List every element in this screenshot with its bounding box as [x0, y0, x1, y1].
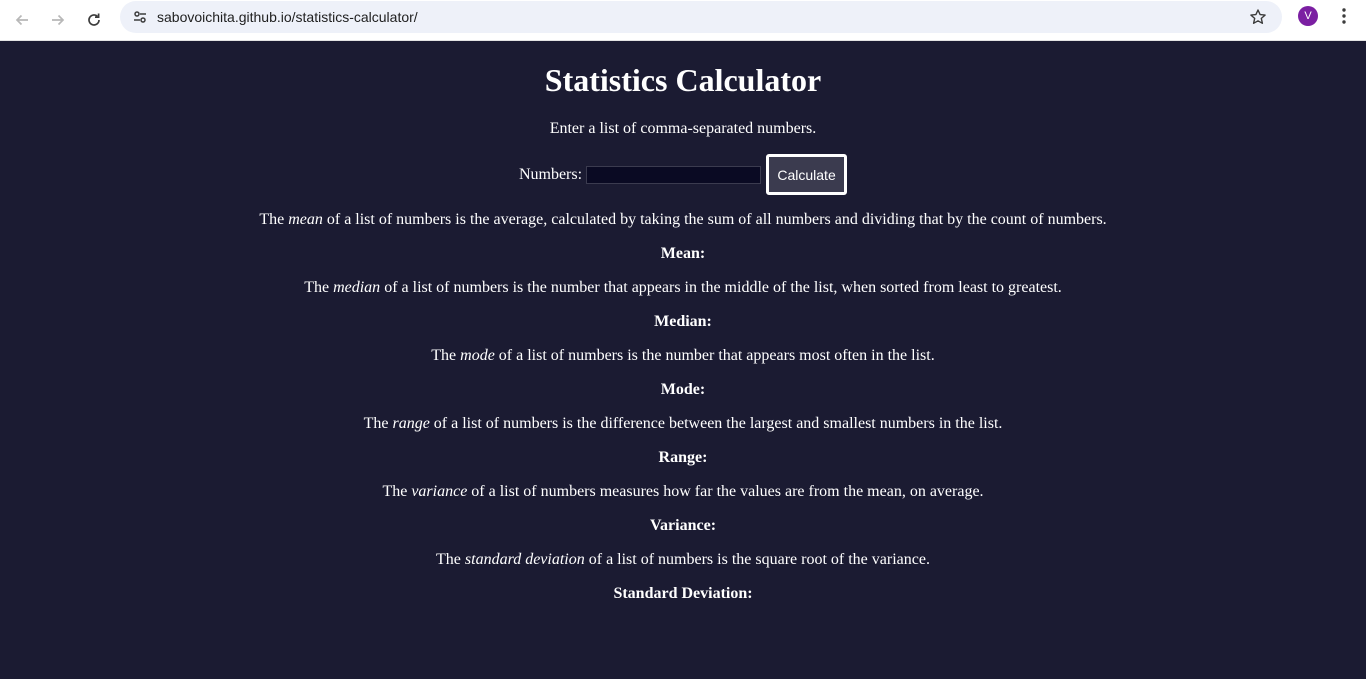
reload-button[interactable] — [78, 4, 110, 36]
star-icon — [1250, 9, 1266, 24]
variance-term: variance — [411, 483, 468, 500]
tune-icon — [134, 11, 146, 23]
mode-term: mode — [460, 347, 495, 364]
arrow-left-icon — [15, 14, 28, 26]
median-term: median — [333, 279, 381, 296]
range-term: range — [392, 415, 430, 432]
mode-result: Mode: — [660, 381, 706, 398]
variance-result: Variance: — [649, 517, 717, 534]
numbers-input[interactable] — [586, 165, 762, 184]
mean-term: mean — [288, 211, 323, 228]
mode-description: The mode of a list of numbers is the num… — [431, 347, 935, 364]
arrow-right-icon — [52, 14, 65, 26]
standard-deviation-description: The standard deviation of a list of numb… — [436, 551, 930, 568]
browser-menu-button[interactable] — [1332, 4, 1356, 28]
address-bar[interactable]: sabovoichita.github.io/statistics-calcul… — [120, 1, 1282, 33]
range-result: Range: — [658, 449, 708, 466]
more-vertical-icon — [1342, 8, 1346, 24]
mean-result: Mean: — [660, 245, 706, 262]
url-text[interactable]: sabovoichita.github.io/statistics-calcul… — [157, 1, 418, 33]
browser-toolbar: sabovoichita.github.io/statistics-calcul… — [0, 0, 1366, 41]
calculate-button[interactable]: Calculate — [766, 154, 848, 195]
mean-description: The mean of a list of numbers is the ave… — [259, 211, 1107, 228]
forward-button[interactable] — [42, 4, 74, 36]
standard-deviation-term: standard deviation — [464, 551, 585, 568]
standard-deviation-result: Standard Deviation: — [613, 585, 753, 602]
back-button[interactable] — [6, 4, 38, 36]
page-content: Statistics Calculator Enter a list of co… — [0, 41, 1366, 679]
bookmark-button[interactable] — [1246, 5, 1270, 29]
variance-description: The variance of a list of numbers measur… — [382, 483, 984, 500]
profile-avatar[interactable]: V — [1298, 6, 1318, 26]
intro-text: Enter a list of comma-separated numbers. — [549, 120, 817, 137]
numbers-form: Numbers: Calculate — [0, 154, 1366, 195]
range-description: The range of a list of numbers is the di… — [363, 415, 1003, 432]
site-info-button[interactable] — [128, 5, 152, 29]
reload-icon — [88, 13, 100, 26]
median-description: The median of a list of numbers is the n… — [304, 279, 1062, 296]
page-title: Statistics Calculator — [544, 62, 822, 98]
median-result: Median: — [654, 313, 712, 330]
numbers-label: Numbers: — [518, 165, 583, 183]
